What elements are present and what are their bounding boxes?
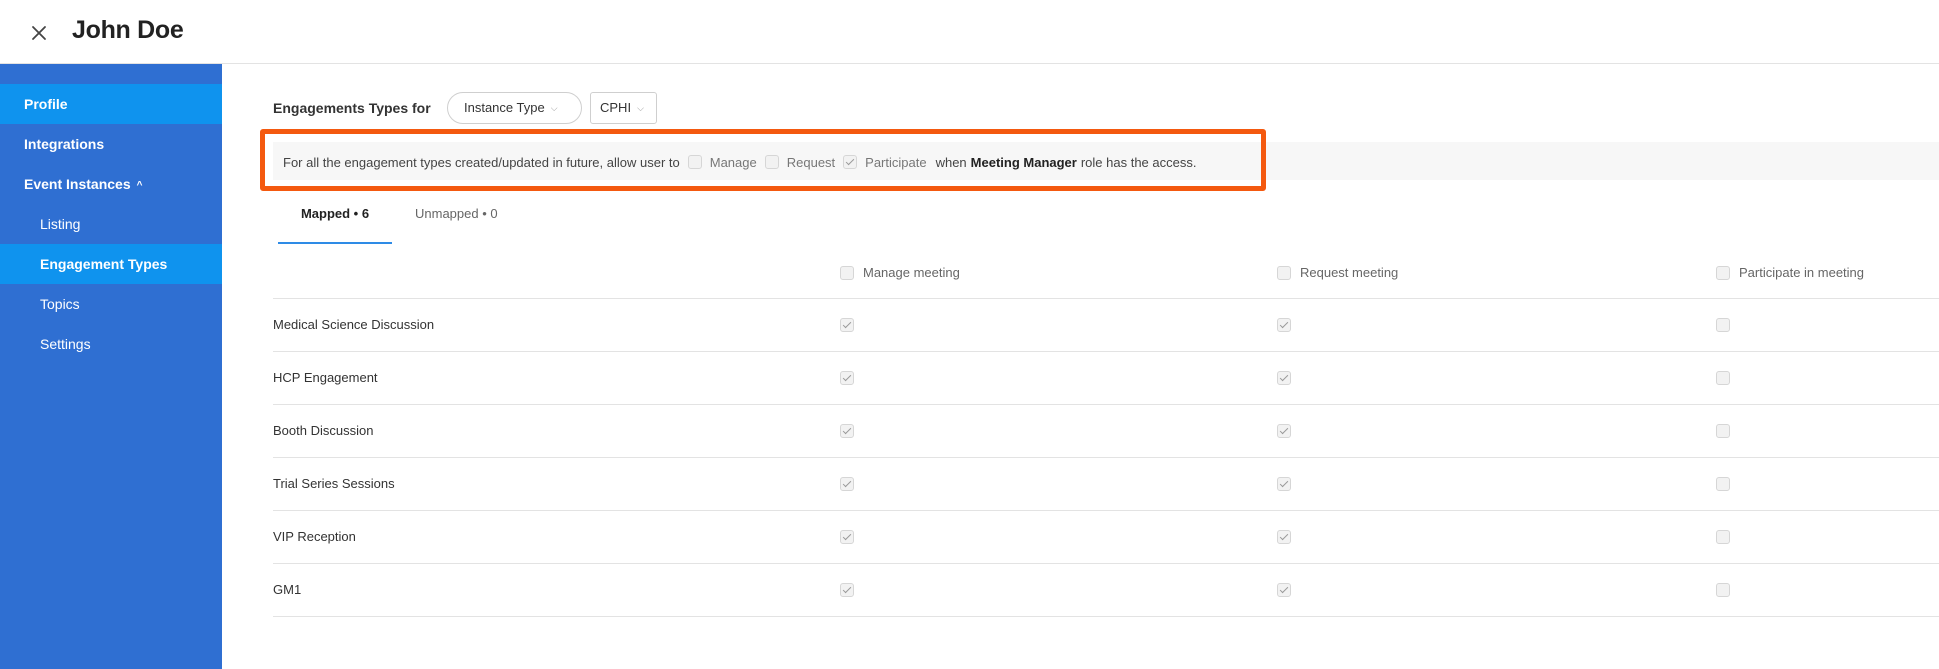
select-all-request-checkbox[interactable] xyxy=(1277,265,1291,280)
future-suffix: role has the access. xyxy=(1080,154,1197,170)
future-access-prefix: For all the engagement types created/upd… xyxy=(283,154,680,170)
manage-checkbox[interactable] xyxy=(840,424,854,438)
request-checkbox[interactable] xyxy=(1277,530,1291,544)
table-row: Medical Science Discussion xyxy=(273,299,1939,352)
page-title: John Doe xyxy=(72,16,184,44)
table-row: Trial Series Sessions xyxy=(273,458,1939,511)
sidebar-item-label: Listing xyxy=(40,216,81,232)
tab-mapped[interactable]: Mapped • 6 xyxy=(278,206,392,244)
participate-checkbox[interactable] xyxy=(1716,371,1730,385)
tab-label: Unmapped • 0 xyxy=(415,206,498,221)
main-content: Engagements Types for Instance Type ⌵ CPH… xyxy=(222,64,1939,669)
tab-label: Mapped • 6 xyxy=(300,206,370,221)
participate-checkbox[interactable] xyxy=(1716,530,1730,544)
instance-dropdown[interactable]: CPHI ⌵ xyxy=(590,92,657,124)
manage-checkbox[interactable] xyxy=(840,477,854,491)
sidebar-item-listing[interactable]: Listing xyxy=(0,204,222,244)
table-row: GM1 xyxy=(273,564,1939,617)
column-header-label: Participate in meeting xyxy=(1739,265,1865,280)
sidebar-item-profile[interactable]: Profile xyxy=(0,84,222,124)
column-header-participate: Participate in meeting xyxy=(1716,265,1864,280)
participate-checkbox[interactable] xyxy=(1716,477,1730,491)
close-icon[interactable] xyxy=(27,21,51,45)
participate-checkbox[interactable] xyxy=(1716,583,1730,597)
future-request-label: Request xyxy=(786,154,836,170)
future-access-row: For all the engagement types created/upd… xyxy=(283,152,1196,172)
engagement-type-name: Medical Science Discussion xyxy=(273,317,435,332)
sidebar-item-label: Engagement Types xyxy=(40,256,168,272)
sidebar-item-label: Topics xyxy=(40,296,80,312)
future-participate-checkbox[interactable] xyxy=(843,155,858,169)
manage-checkbox[interactable] xyxy=(840,318,854,332)
future-role-name: Meeting Manager xyxy=(970,154,1077,170)
chevron-down-icon: ⌵ xyxy=(637,103,644,113)
manage-checkbox[interactable] xyxy=(840,371,854,385)
instance-type-dropdown[interactable]: Instance Type ⌵ xyxy=(447,92,582,124)
sidebar-item-event-instances[interactable]: Event Instances ^ xyxy=(0,164,222,204)
sidebar-item-integrations[interactable]: Integrations xyxy=(0,124,222,164)
sidebar: Profile Integrations Event Instances ^ Li… xyxy=(0,64,222,669)
sidebar-item-engagement-types[interactable]: Engagement Types xyxy=(0,244,222,284)
manage-checkbox[interactable] xyxy=(840,530,854,544)
chevron-down-icon: ⌵ xyxy=(550,103,558,113)
request-checkbox[interactable] xyxy=(1277,583,1291,597)
table-row: VIP Reception xyxy=(273,511,1939,564)
future-manage-label: Manage xyxy=(709,154,757,170)
column-header-manage: Manage meeting xyxy=(840,265,960,280)
participate-checkbox[interactable] xyxy=(1716,424,1730,438)
engagement-type-name: Trial Series Sessions xyxy=(273,476,395,491)
sidebar-item-label: Integrations xyxy=(24,136,105,152)
engagement-type-name: GM1 xyxy=(273,582,302,597)
participate-checkbox[interactable] xyxy=(1716,318,1730,332)
future-request-checkbox[interactable] xyxy=(764,155,779,169)
tab-unmapped[interactable]: Unmapped • 0 xyxy=(415,206,525,236)
select-all-manage-checkbox[interactable] xyxy=(840,265,854,280)
request-checkbox[interactable] xyxy=(1277,318,1291,332)
column-header-label: Manage meeting xyxy=(863,265,960,280)
future-when-text: when xyxy=(935,154,967,170)
table-row: HCP Engagement xyxy=(273,352,1939,405)
chevron-up-icon: ^ xyxy=(136,180,143,191)
manage-checkbox[interactable] xyxy=(840,583,854,597)
column-header-label: Request meeting xyxy=(1300,265,1399,280)
request-checkbox[interactable] xyxy=(1277,424,1291,438)
sidebar-item-settings[interactable]: Settings xyxy=(0,324,222,364)
select-all-participate-checkbox[interactable] xyxy=(1716,265,1730,280)
sidebar-item-label: Settings xyxy=(40,336,91,352)
engagements-types-label: Engagements Types for xyxy=(273,100,431,116)
instance-value: CPHI xyxy=(600,100,632,115)
table-row: Booth Discussion xyxy=(273,405,1939,458)
future-participate-label: Participate xyxy=(865,154,927,170)
instance-type-value: Instance Type xyxy=(464,100,545,115)
header: John Doe xyxy=(0,0,1939,64)
engagement-type-name: VIP Reception xyxy=(273,529,356,544)
sidebar-item-topics[interactable]: Topics xyxy=(0,284,222,324)
column-header-request: Request meeting xyxy=(1277,265,1398,280)
engagement-type-name: Booth Discussion xyxy=(273,423,374,438)
request-checkbox[interactable] xyxy=(1277,477,1291,491)
engagement-type-name: HCP Engagement xyxy=(273,370,378,385)
future-manage-checkbox[interactable] xyxy=(687,155,702,169)
request-checkbox[interactable] xyxy=(1277,371,1291,385)
sidebar-item-label: Profile xyxy=(24,96,68,112)
sidebar-item-label: Event Instances xyxy=(24,176,131,192)
